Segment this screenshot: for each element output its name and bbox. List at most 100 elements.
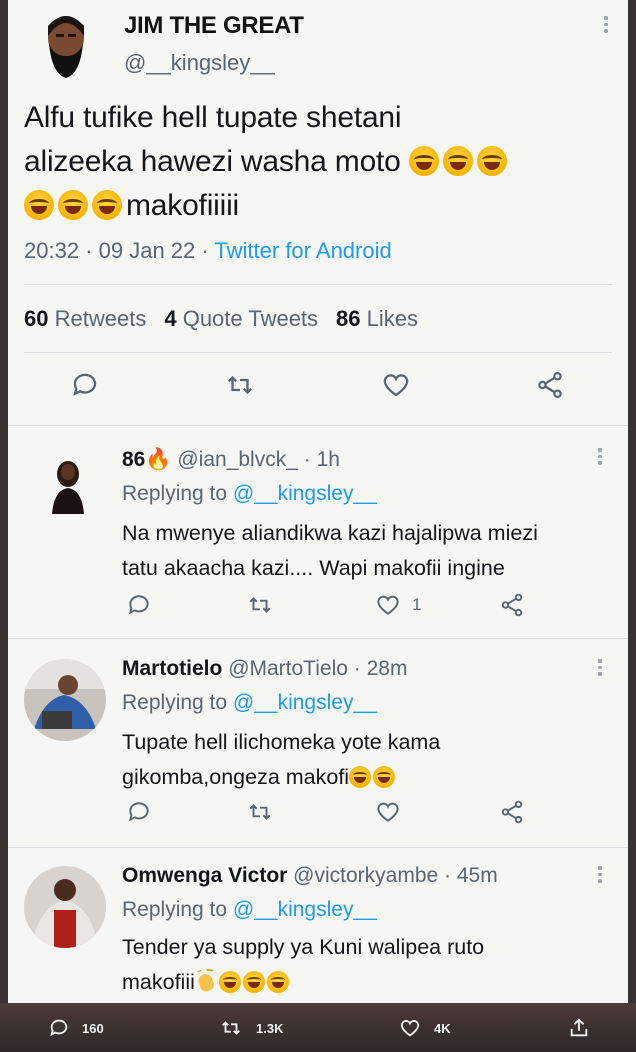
reply-handle[interactable]: @ian_blvck_ — [177, 448, 298, 471]
retweet-button[interactable] — [246, 799, 274, 825]
divider — [24, 352, 612, 353]
reply-mention[interactable]: @__kingsley__ — [233, 482, 377, 505]
main-tweet-text-line1: Alfu tufike hell tupate shetani — [24, 101, 402, 134]
laughing-emoji-icon — [218, 971, 241, 993]
retweet-button[interactable] — [224, 370, 256, 400]
reply-avatar[interactable] — [48, 458, 88, 514]
retweets-stat[interactable]: 60 Retweets — [24, 306, 146, 332]
reply-item[interactable]: 86🔥 @ian_blvck_ · 1h Replying to @__king… — [8, 425, 628, 638]
like-button[interactable] — [380, 370, 412, 400]
reply-header: Martotielo @MartoTielo · 28m — [122, 657, 408, 680]
laughing-emoji-icon — [373, 766, 396, 788]
quotes-count: 4 — [164, 306, 177, 331]
retweets-count: 60 — [24, 306, 49, 331]
reply-handle[interactable]: @victorkyambe — [293, 864, 438, 887]
retweet-icon — [249, 597, 271, 613]
likes-count: 86 — [336, 306, 361, 331]
reply-time[interactable]: 1h — [317, 448, 340, 471]
retweet-button[interactable] — [246, 592, 274, 618]
reply-action-bar — [8, 799, 628, 839]
heart-icon — [377, 802, 399, 822]
replying-label: Replying to — [122, 691, 228, 714]
laughing-emoji-icon — [58, 190, 88, 220]
heart-icon — [383, 374, 409, 397]
likes-count: 4K — [434, 1020, 451, 1036]
reply-text: Tender ya supply ya Kuni walipea ruto ma… — [122, 930, 612, 1000]
likes-label: Likes — [366, 306, 419, 331]
quotes-stat[interactable]: 4 Quote Tweets — [164, 306, 318, 332]
laughing-emoji-icon — [266, 971, 289, 993]
laughing-emoji-icon — [242, 971, 265, 993]
main-display-name[interactable]: JIM THE GREAT — [124, 12, 304, 40]
comments-button[interactable]: 160 — [48, 1017, 104, 1039]
reply-mention[interactable]: @__kingsley__ — [233, 691, 377, 714]
main-tweet: JIM THE GREAT @__kingsley__ Alfu tufike … — [8, 0, 628, 425]
share-icon — [501, 593, 523, 617]
like-button[interactable] — [374, 799, 402, 825]
heart-icon — [377, 595, 399, 615]
replying-label: Replying to — [122, 898, 228, 921]
retweets-button[interactable]: 1.3K — [218, 1017, 283, 1039]
reply-text-line2: tatu akaacha kazi.... Wapi makofii ingin… — [122, 556, 505, 580]
reply-button[interactable] — [70, 370, 100, 400]
reply-time[interactable]: 28m — [367, 657, 408, 680]
reply-text-line1: Na mwenye aliandikwa kazi hajalipwa miez… — [122, 521, 538, 545]
reply-handle[interactable]: @MartoTielo — [228, 657, 348, 680]
reply-avatar[interactable] — [24, 866, 106, 948]
laughing-emoji-icon — [24, 190, 54, 220]
comments-count: 160 — [82, 1020, 104, 1036]
reply-display-name[interactable]: Martotielo — [122, 657, 222, 680]
reply-button[interactable] — [126, 799, 152, 825]
reply-text-line1: Tender ya supply ya Kuni walipea ruto — [122, 935, 485, 959]
reply-header: 86🔥 @ian_blvck_ · 1h — [122, 448, 340, 471]
reply-item[interactable]: Omwenga Victor @victorkyambe · 45m Reply… — [8, 847, 628, 1003]
laughing-emoji-icon — [442, 146, 473, 176]
tweet-stats: 60 Retweets 4 Quote Tweets 86 Likes — [24, 306, 418, 332]
tweet-source[interactable]: Twitter for Android — [214, 238, 391, 263]
reply-display-name[interactable]: 86 — [122, 448, 145, 471]
divider — [24, 284, 612, 285]
main-handle[interactable]: @__kingsley__ — [124, 50, 275, 76]
reply-display-name[interactable]: Omwenga Victor — [122, 864, 287, 887]
reply-avatar[interactable] — [24, 659, 106, 741]
reply-item[interactable]: Martotielo @MartoTielo · 28m Replying to… — [8, 638, 628, 847]
retweet-icon — [249, 804, 271, 820]
like-button[interactable]: 1 — [374, 592, 421, 618]
comment-icon — [128, 802, 149, 822]
reply-time[interactable]: 45m — [457, 864, 498, 887]
laughing-emoji-icon — [408, 146, 439, 176]
share-button[interactable] — [498, 799, 526, 825]
reply-text: Tupate hell ilichomeka yote kama gikomba… — [122, 725, 612, 795]
main-avatar[interactable] — [34, 8, 98, 84]
screenshot-frame: JIM THE GREAT @__kingsley__ Alfu tufike … — [8, 0, 628, 1003]
share-up-icon — [570, 1018, 588, 1037]
more-options-icon[interactable] — [602, 16, 610, 33]
share-button[interactable] — [498, 592, 526, 618]
share-button[interactable] — [534, 370, 566, 400]
replying-to: Replying to @__kingsley__ — [122, 691, 377, 715]
reply-button[interactable] — [126, 592, 152, 618]
fire-emoji-icon: 🔥 — [145, 448, 172, 471]
main-action-bar — [8, 370, 628, 410]
replying-label: Replying to — [122, 482, 228, 505]
reply-header: Omwenga Victor @victorkyambe · 45m — [122, 864, 498, 887]
likes-stat[interactable]: 86 Likes — [336, 306, 418, 332]
retweet-icon — [227, 375, 253, 395]
likes-button[interactable]: 4K — [398, 1017, 451, 1039]
clap-emoji-icon — [195, 969, 219, 993]
comment-icon — [73, 373, 97, 396]
more-options-icon[interactable] — [596, 448, 604, 465]
laughing-emoji-icon — [349, 766, 372, 788]
more-options-icon[interactable] — [596, 866, 604, 883]
reply-mention[interactable]: @__kingsley__ — [233, 898, 377, 921]
share-button[interactable] — [568, 1017, 590, 1039]
tweet-date[interactable]: 09 Jan 22 — [99, 238, 196, 263]
tweet-time[interactable]: 20:32 — [24, 238, 79, 263]
comment-icon — [50, 1019, 68, 1037]
retweet-icon — [222, 1021, 240, 1035]
like-count: 1 — [412, 595, 422, 614]
reply-action-bar: 1 — [8, 592, 628, 632]
quotes-label: Quote Tweets — [182, 306, 319, 331]
more-options-icon[interactable] — [596, 659, 604, 676]
main-tweet-text: Alfu tufike hell tupate shetani alizeeka… — [24, 96, 614, 228]
